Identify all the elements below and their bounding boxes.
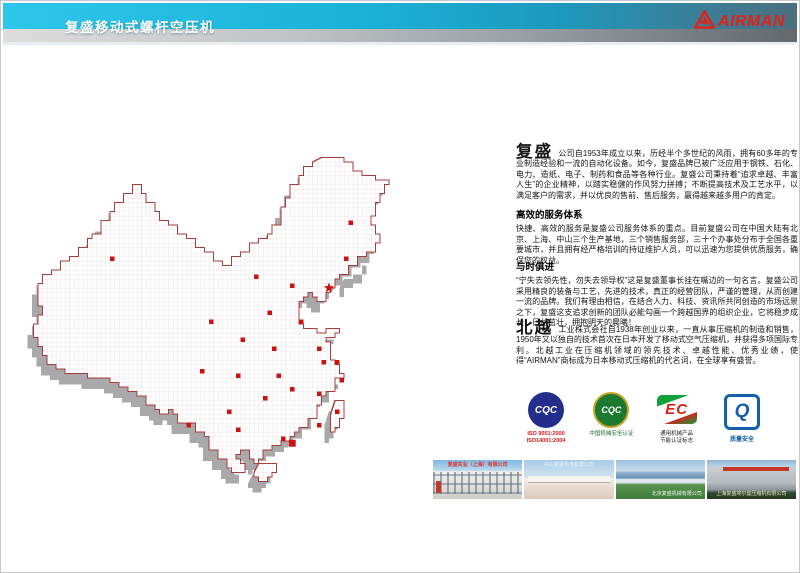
city-marker bbox=[322, 360, 327, 365]
machinery-safety-badge-icon: CQC bbox=[593, 392, 629, 428]
cert-energy-saving-line2: 节能认证标志 bbox=[648, 438, 706, 445]
china-distribution-map bbox=[11, 126, 491, 546]
city-marker bbox=[344, 257, 349, 262]
city-marker bbox=[277, 374, 282, 379]
section-hokuetsu: 北越工业株式会社自1938年创业以来，一直从事压缩机的制造和销售，1950年又以… bbox=[516, 323, 798, 367]
capital-star-icon bbox=[324, 283, 334, 293]
city-marker bbox=[290, 284, 295, 289]
city-marker bbox=[268, 311, 273, 316]
photo4-roof-sign bbox=[723, 467, 789, 471]
city-marker bbox=[335, 360, 340, 365]
airman-wordmark: AIRMAN bbox=[718, 13, 785, 31]
hokuetsu-body: 工业株式会社自1938年创业以来，一直从事压缩机的制造和销售，1950年又以独自… bbox=[516, 325, 798, 365]
photo-beijing-fusheng: 北京复盛机械有限公司 bbox=[616, 460, 705, 499]
photo1-caption: 复盛实业（上海）有限公司 bbox=[448, 462, 508, 468]
energy-saving-badge-icon: EC bbox=[657, 395, 697, 424]
certification-row: CQC ISO 9001:2000 ISO14001:2004 CQC 中国机械… bbox=[517, 392, 771, 444]
city-marker bbox=[317, 347, 322, 352]
photo2-building bbox=[528, 476, 610, 482]
city-marker bbox=[335, 410, 340, 415]
photo3-caption: 北京复盛机械有限公司 bbox=[652, 491, 702, 497]
city-marker bbox=[241, 338, 246, 343]
photo1-red-sign bbox=[436, 481, 441, 493]
airman-logo: AIRMAN bbox=[694, 10, 785, 34]
cqc-blue-badge-icon: CQC bbox=[528, 392, 564, 428]
cert-machinery-safety: CQC 中国机械安全认证 bbox=[582, 392, 640, 444]
photo-fusheng-shanghai: 复盛实业（上海）有限公司 bbox=[433, 460, 522, 499]
airman-triangle-icon bbox=[694, 10, 715, 34]
city-marker bbox=[236, 374, 241, 379]
photo-shanghai-airman: 上海复盛埃尔曼压缩机有限公司 bbox=[707, 460, 796, 499]
city-marker bbox=[272, 347, 277, 352]
section-fusheng: 复盛公司自1953年成立以来，历经半个多世纪的风雨，拥有60多年的专业制造经验和… bbox=[516, 147, 798, 201]
city-marker bbox=[187, 423, 192, 428]
city-marker bbox=[340, 378, 345, 383]
city-marker bbox=[200, 369, 205, 374]
keep-pace-body: “宁失去领先性，勿失去领导权”这是复盛董事长挂在嘴边的一句名言。复盛公司采用精良… bbox=[516, 276, 798, 328]
city-marker bbox=[299, 320, 304, 325]
city-marker bbox=[317, 392, 322, 397]
city-marker bbox=[317, 423, 322, 428]
city-marker bbox=[281, 437, 286, 442]
cert-cqc-iso-line2: ISO14001:2004 bbox=[517, 438, 575, 445]
service-system-body: 快捷、高效的服务是复盛公司服务体系的重点。目前复盛公司在中国大陆有北京、上海、中… bbox=[516, 224, 798, 266]
brochure-page: 复盛移动式螺杆空压机 AIRMAN 复盛公司自1953年成立以来，历经半个多世纪… bbox=[0, 0, 800, 573]
section-service-system: 高效的服务体系 快捷、高效的服务是复盛公司服务体系的重点。目前复盛公司在中国大陆… bbox=[516, 211, 798, 266]
cert-cqc-iso: CQC ISO 9001:2000 ISO14001:2004 bbox=[517, 392, 575, 444]
photo2-caption: 中山复盛机电有限公司 bbox=[544, 462, 594, 468]
factory-photo-strip: 复盛实业（上海）有限公司 中山复盛机电有限公司 北京复盛机械有限公司 上海复盛埃… bbox=[433, 460, 796, 499]
page-title: 复盛移动式螺杆空压机 bbox=[65, 16, 215, 36]
header-substrip bbox=[3, 42, 797, 45]
service-system-heading: 高效的服务体系 bbox=[516, 211, 798, 221]
quality-safety-badge-icon: Q bbox=[724, 394, 760, 430]
photo1-building-windows bbox=[433, 472, 522, 495]
china-map-svg bbox=[11, 126, 491, 546]
cert-energy-saving: EC 通用机械产品 节能认证标志 bbox=[648, 392, 706, 444]
city-marker bbox=[227, 410, 232, 415]
cert-quality-safety: Q 质量安全 bbox=[713, 392, 771, 444]
photo4-caption: 上海复盛埃尔曼压缩机有限公司 bbox=[716, 491, 786, 497]
city-marker bbox=[349, 221, 354, 226]
city-marker bbox=[263, 396, 268, 401]
city-marker-large bbox=[289, 440, 296, 447]
photo-zhongshan-fusheng: 中山复盛机电有限公司 bbox=[524, 460, 613, 499]
cert-quality-safety-line1: 质量安全 bbox=[713, 437, 771, 444]
city-marker bbox=[236, 428, 241, 433]
fusheng-body: 公司自1953年成立以来，历经半个多世纪的风雨，拥有60多年的专业制造经验和一流… bbox=[516, 149, 798, 200]
keep-pace-heading: 与时俱进 bbox=[516, 263, 798, 273]
city-marker bbox=[209, 320, 214, 325]
cert-machinery-safety-line1: 中国机械安全认证 bbox=[582, 431, 640, 438]
city-marker bbox=[254, 275, 259, 280]
section-keep-pace: 与时俱进 “宁失去领先性，勿失去领导权”这是复盛董事长挂在嘴边的一句名言。复盛公… bbox=[516, 263, 798, 328]
city-marker bbox=[110, 257, 115, 262]
city-marker bbox=[290, 387, 295, 392]
